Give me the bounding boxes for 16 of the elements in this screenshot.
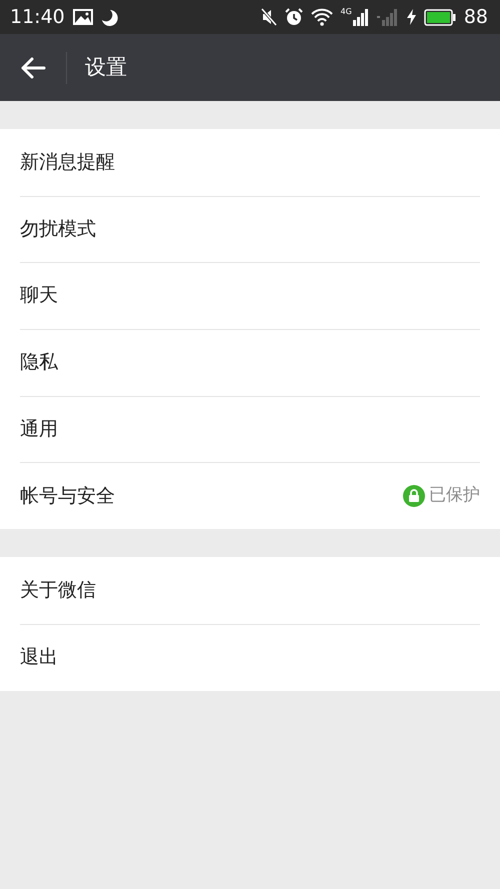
battery-icon: [424, 8, 456, 26]
alarm-icon: [284, 8, 303, 26]
charging-icon: [406, 9, 416, 25]
wifi-icon: [310, 8, 333, 26]
network-type: 4G: [340, 8, 352, 16]
page-title: 设置: [85, 54, 127, 81]
signal-icon: [352, 8, 369, 26]
mute-icon: [260, 8, 277, 26]
signal-icon: [376, 8, 399, 26]
lock-icon: [403, 484, 425, 507]
back-arrow-icon: [20, 56, 46, 78]
battery-percentage: 88: [464, 4, 488, 30]
protection-status: 已保护: [429, 484, 480, 508]
image-icon: [72, 9, 93, 25]
status-time: 11:40: [10, 4, 65, 30]
moon-icon: [100, 8, 118, 26]
